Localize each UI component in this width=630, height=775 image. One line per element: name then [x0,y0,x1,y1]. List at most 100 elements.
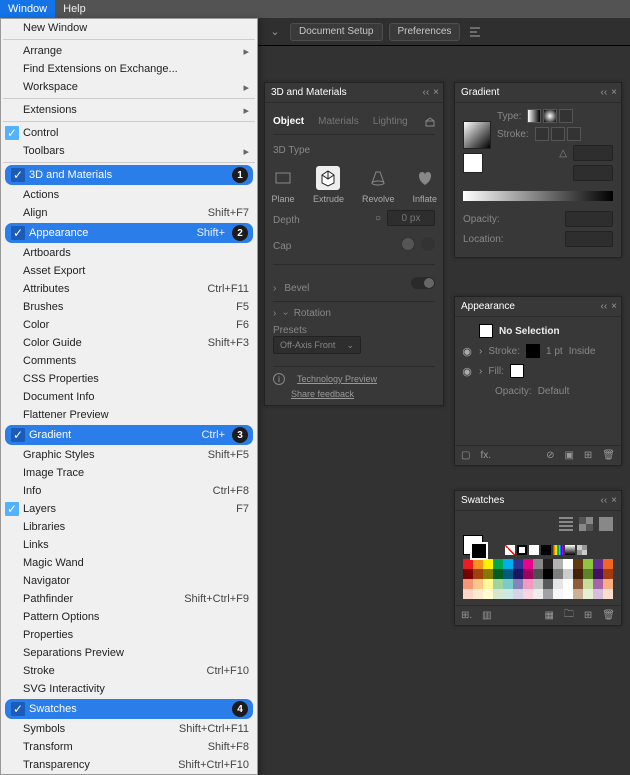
swatch-chip[interactable] [573,579,583,589]
collapse-icon[interactable]: ‹‹ [600,495,607,506]
menu-extensions[interactable]: Extensions▸ [1,101,257,119]
swatch-libraries-icon[interactable]: ⊞. [461,610,472,621]
swatch-chip[interactable] [523,559,533,569]
cap-off-icon[interactable] [421,237,435,251]
swatch-chip[interactable] [533,589,543,599]
menu-flattener-preview[interactable]: Flattener Preview [1,406,257,424]
show-kinds-icon[interactable]: ▥ [482,610,491,621]
swatch-chip[interactable] [593,589,603,599]
menu-window[interactable]: Window [0,0,55,18]
bevel-toggle[interactable] [411,277,435,289]
swatch-chip[interactable] [543,559,553,569]
swatch-chip[interactable] [573,559,583,569]
tab-object[interactable]: Object [273,116,304,127]
eye-icon[interactable]: ◉ [461,345,473,358]
swatch-chip[interactable] [543,579,553,589]
swatch-chip[interactable] [573,569,583,579]
swatch-black[interactable] [541,545,551,555]
new-swatch-icon[interactable]: ⊞ [584,610,592,621]
type-inflate[interactable]: Inflate [413,166,438,204]
menu-css-properties[interactable]: CSS Properties [1,370,257,388]
gradient-slider[interactable] [463,191,613,201]
aspect-input[interactable] [573,165,613,181]
location-input[interactable] [565,231,613,247]
menu-new-window[interactable]: New Window [1,19,257,37]
menu-libraries[interactable]: Libraries [1,518,257,536]
swatch-white[interactable] [529,545,539,555]
new-group-icon[interactable]: 🗀 [564,607,574,624]
menu-properties[interactable]: Properties [1,626,257,644]
stroke-within-icon[interactable] [535,127,549,141]
swatch-chip[interactable] [553,559,563,569]
swatch-chip[interactable] [473,559,483,569]
menu-links[interactable]: Links [1,536,257,554]
type-revolve[interactable]: Revolve [362,166,395,204]
fx-button[interactable]: fx. [480,450,491,461]
section-rotation[interactable]: ›Rotation [273,308,435,319]
swatch-chip[interactable] [473,589,483,599]
menu-arrange[interactable]: Arrange▸ [1,42,257,60]
opacity-input[interactable] [565,211,613,227]
menu-comments[interactable]: Comments [1,352,257,370]
share-feedback-link[interactable]: Share feedback [291,389,435,399]
document-setup-button[interactable]: Document Setup [290,23,383,41]
swatch-chip[interactable] [523,579,533,589]
tech-preview-link[interactable]: Technology Preview [297,374,377,384]
menu-artboards[interactable]: Artboards [1,244,257,262]
close-icon[interactable]: × [611,87,617,98]
swatch-chip[interactable] [513,589,523,599]
cap-on-icon[interactable] [401,237,415,251]
swatch-chip[interactable] [593,569,603,579]
menu-pattern-options[interactable]: Pattern Options [1,608,257,626]
swatch-chip[interactable] [503,569,513,579]
preferences-button[interactable]: Preferences [389,23,461,41]
list-view-icon[interactable] [559,517,573,531]
swatch-chip[interactable] [593,559,603,569]
swatch-chip[interactable] [533,559,543,569]
swatch-pattern[interactable] [577,545,587,555]
swatch-chip[interactable] [593,579,603,589]
swatch-chip[interactable] [583,559,593,569]
angle-input[interactable] [573,145,613,161]
swatch-chip[interactable] [523,569,533,579]
swatch-chip[interactable] [503,559,513,569]
menu-transparency[interactable]: TransparencyShift+Ctrl+F10 [1,756,257,774]
stroke-swatch[interactable] [526,344,540,358]
stroke-align[interactable]: Inside [569,346,596,357]
menu-color[interactable]: ColorF6 [1,316,257,334]
collapse-icon[interactable]: ‹‹ [422,87,429,98]
menu-pathfinder[interactable]: PathfinderShift+Ctrl+F9 [1,590,257,608]
swatch-registration[interactable] [517,545,527,555]
preset-select[interactable]: Off-Axis Front⌄ [273,336,361,354]
section-bevel[interactable]: Bevel [273,283,309,294]
close-icon[interactable]: × [433,87,439,98]
menu-magic-wand[interactable]: Magic Wand [1,554,257,572]
close-icon[interactable]: × [611,301,617,312]
color-palette[interactable] [463,559,619,599]
swatch-chip[interactable] [563,569,573,579]
grid-view-icon[interactable] [579,517,593,531]
duplicate-icon[interactable]: ▣ [564,450,573,461]
swatch-chip[interactable] [493,579,503,589]
menu-find-extensions[interactable]: Find Extensions on Exchange... [1,60,257,78]
trash-icon[interactable]: 🗑 [602,610,615,621]
swatch-chip[interactable] [553,569,563,579]
gradient-fill-swatch[interactable] [463,153,483,173]
swatch-chip[interactable] [563,579,573,589]
menu-control[interactable]: ✓Control [1,124,257,142]
rule-icon[interactable]: ▢ [461,450,470,461]
swatch-grays[interactable] [565,545,575,555]
swatch-chip[interactable] [483,559,493,569]
swatch-chip[interactable] [553,579,563,589]
menu-toolbars[interactable]: Toolbars▸ [1,142,257,160]
trash-icon[interactable]: 🗑 [602,450,615,461]
menu-transform[interactable]: TransformShift+F8 [1,738,257,756]
swatch-chip[interactable] [493,569,503,579]
collapse-icon[interactable]: ‹‹ [600,301,607,312]
swatch-chip[interactable] [523,589,533,599]
swatch-chip[interactable] [583,569,593,579]
menu-graphic-styles[interactable]: Graphic StylesShift+F5 [1,446,257,464]
swatch-spectrum[interactable] [553,545,563,555]
swatch-chip[interactable] [533,579,543,589]
type-extrude[interactable]: Extrude [313,166,344,204]
